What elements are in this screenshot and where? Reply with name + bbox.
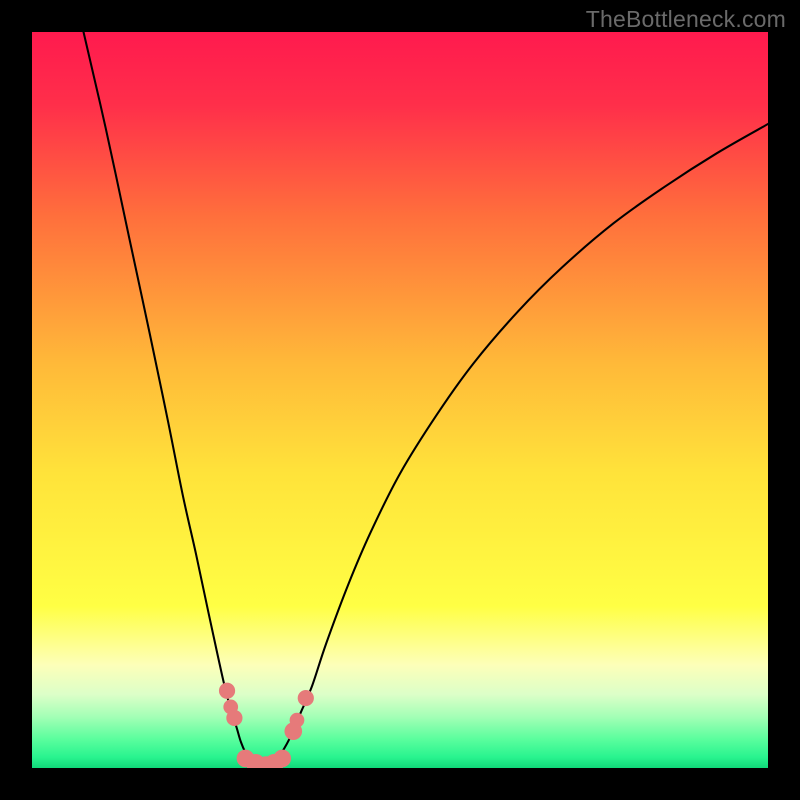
curve-left-branch (84, 32, 268, 768)
chart-stage: TheBottleneck.com (0, 0, 800, 800)
highlight-markers (219, 683, 314, 768)
plot-area (32, 32, 768, 768)
highlight-marker (273, 750, 291, 768)
highlight-marker (219, 683, 235, 699)
curve-right-branch (268, 124, 768, 768)
highlight-marker (290, 713, 305, 728)
highlight-marker (298, 690, 314, 706)
watermark-text: TheBottleneck.com (586, 6, 786, 33)
highlight-marker (226, 710, 242, 726)
bottleneck-curve (32, 32, 768, 768)
